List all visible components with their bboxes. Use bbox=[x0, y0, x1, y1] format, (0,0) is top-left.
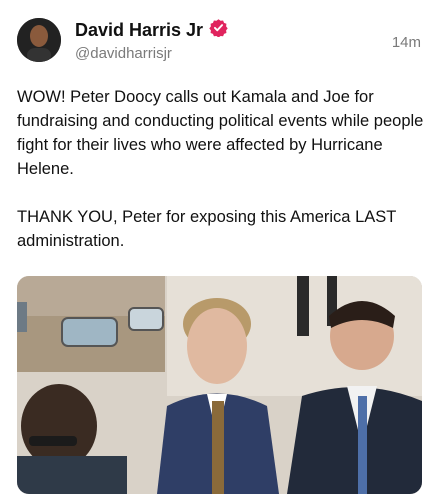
author-handle[interactable]: @davidharrisjr bbox=[75, 45, 172, 62]
post-media-image[interactable] bbox=[17, 276, 422, 494]
post-timestamp: 14m bbox=[391, 34, 421, 51]
avatar[interactable] bbox=[17, 18, 61, 62]
verified-badge-icon bbox=[209, 18, 228, 42]
post-body-text: WOW! Peter Doocy calls out Kamala and Jo… bbox=[17, 88, 424, 250]
author-row: David Harris Jr bbox=[75, 18, 228, 42]
author-name[interactable]: David Harris Jr bbox=[75, 20, 203, 41]
